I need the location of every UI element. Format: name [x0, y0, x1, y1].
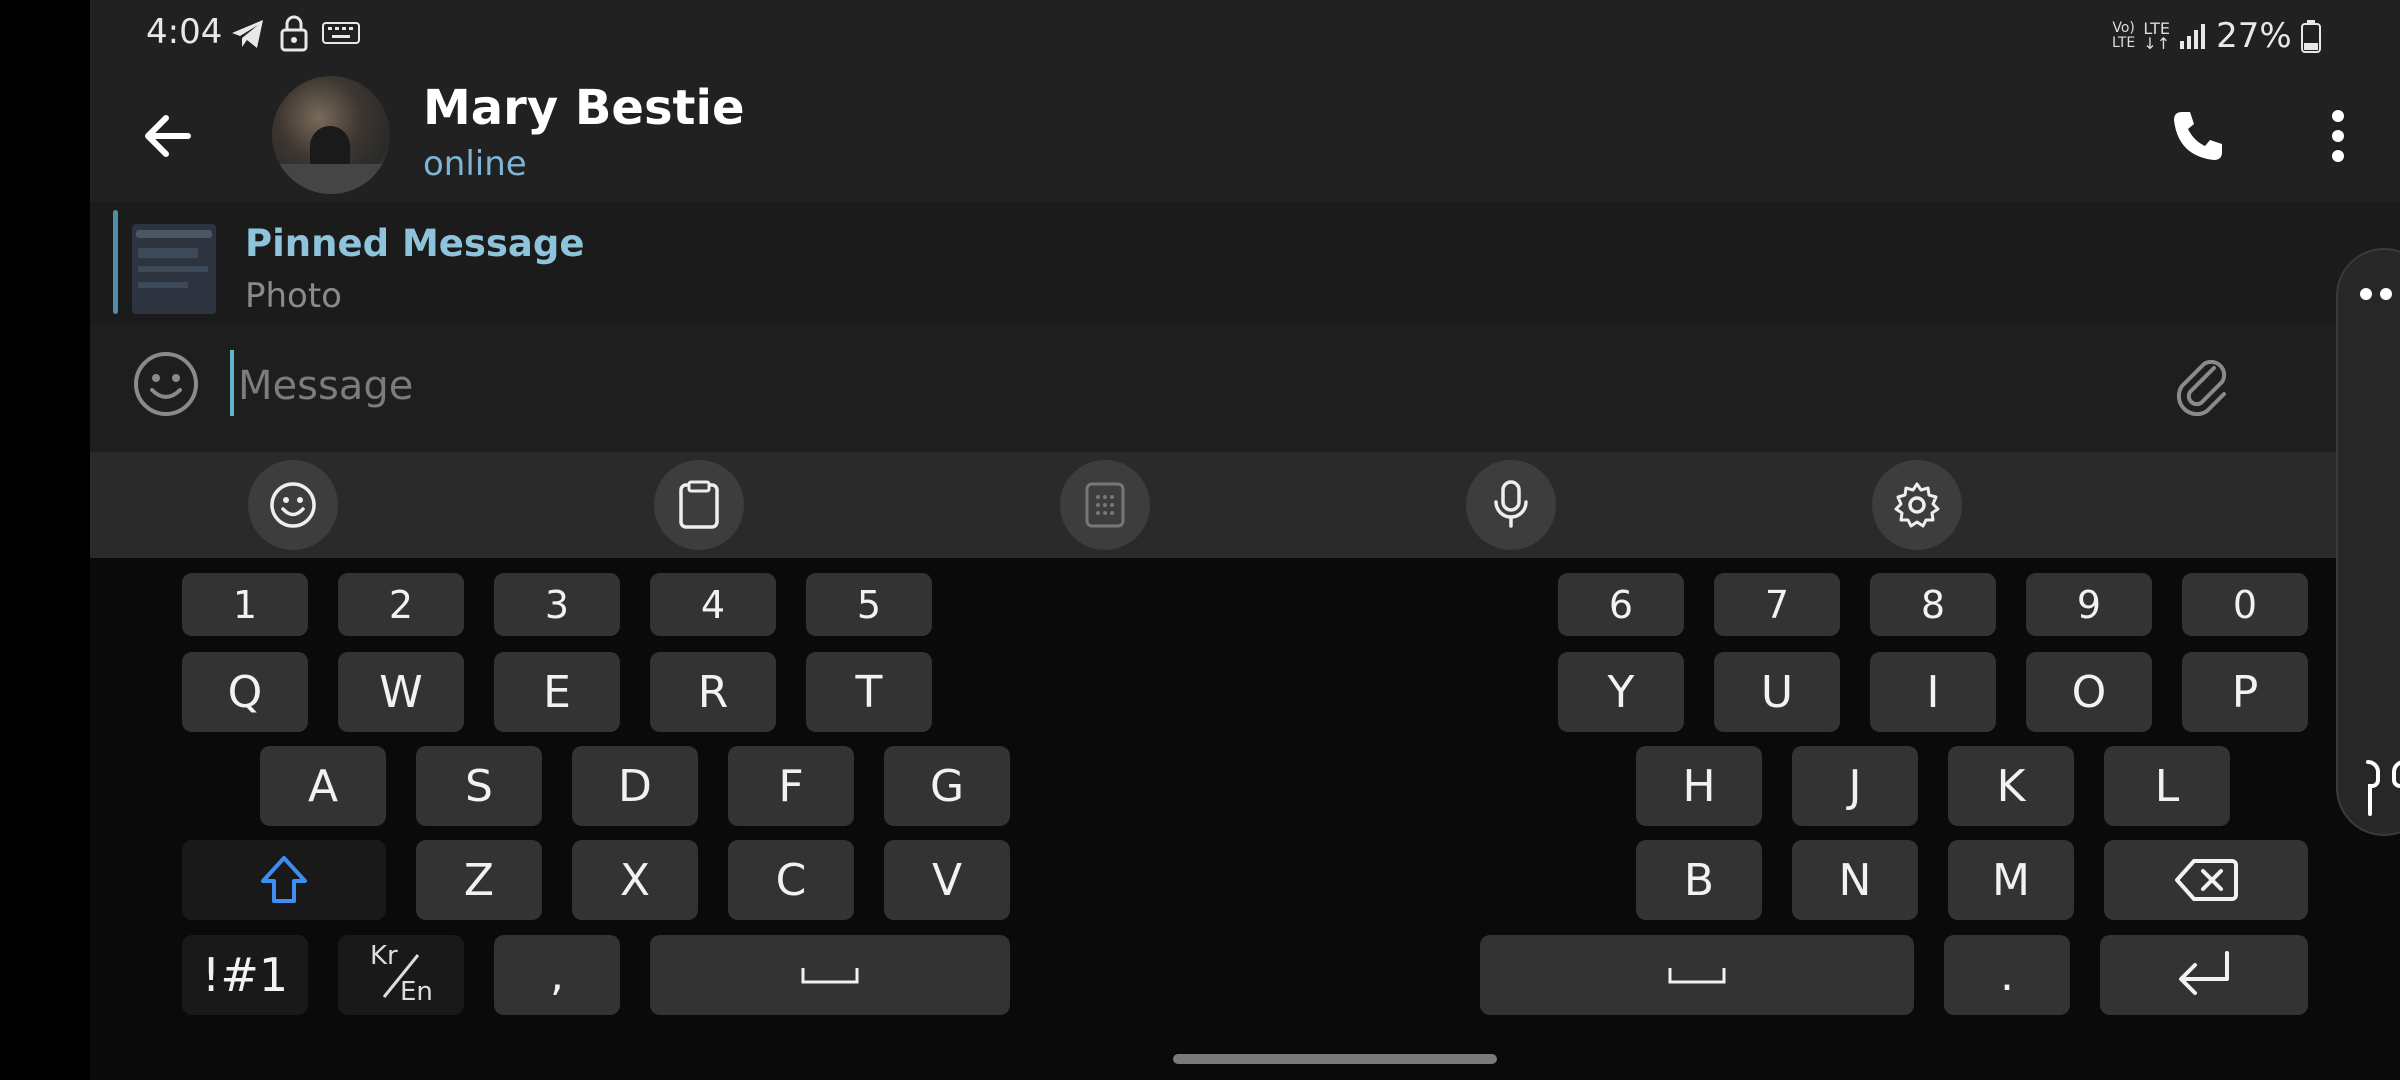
- key-l[interactable]: L: [2104, 746, 2230, 826]
- key-e[interactable]: E: [494, 652, 620, 732]
- key-t[interactable]: T: [806, 652, 932, 732]
- message-input[interactable]: [230, 356, 2130, 416]
- key-9[interactable]: 9: [2026, 573, 2152, 636]
- pinned-title: Pinned Message: [245, 222, 585, 265]
- lte-indicator: LTE ↓↑: [2143, 19, 2171, 53]
- attach-paperclip-icon[interactable]: [2170, 352, 2234, 416]
- key-6[interactable]: 6: [1558, 573, 1684, 636]
- gear-icon: [1894, 482, 1940, 528]
- lang-en-label: En: [400, 977, 433, 1007]
- avatar[interactable]: [272, 76, 390, 194]
- backspace-key[interactable]: [2104, 840, 2308, 920]
- key-2[interactable]: 2: [338, 573, 464, 636]
- telegram-icon: [232, 20, 263, 48]
- key-0[interactable]: 0: [2182, 573, 2308, 636]
- space-icon: [1668, 968, 1726, 984]
- symbols-key[interactable]: !#1: [182, 935, 308, 1015]
- earbuds-icon[interactable]: [2354, 758, 2400, 818]
- keypad-icon: [1085, 482, 1125, 528]
- key-r[interactable]: R: [650, 652, 776, 732]
- key-3[interactable]: 3: [494, 573, 620, 636]
- key-m[interactable]: M: [1948, 840, 2074, 920]
- phone-call-icon[interactable]: [2170, 108, 2226, 164]
- clipboard-icon: [679, 480, 719, 529]
- pinned-photo-thumbnail: [132, 224, 216, 314]
- clipboard-button[interactable]: [654, 460, 744, 550]
- shift-arrow-icon: [261, 856, 307, 903]
- key-n[interactable]: N: [1792, 840, 1918, 920]
- text-cursor: [230, 350, 234, 416]
- key-x[interactable]: X: [572, 840, 698, 920]
- key-h[interactable]: H: [1636, 746, 1762, 826]
- key-g[interactable]: G: [884, 746, 1010, 826]
- more-horizontal-icon[interactable]: [2358, 286, 2400, 302]
- more-vertical-icon[interactable]: [2328, 108, 2348, 164]
- space-icon: [801, 968, 859, 984]
- key-f[interactable]: F: [728, 746, 854, 826]
- key-7[interactable]: 7: [1714, 573, 1840, 636]
- chat-header: 4:04 Vo) LTE LTE ↓↑ 27% Mary Bestie onli…: [90, 0, 2400, 202]
- keyboard-status-icon: [322, 22, 360, 44]
- volte-indicator: Vo) LTE: [2112, 20, 2136, 51]
- battery-icon: [2300, 20, 2321, 53]
- key-d[interactable]: D: [572, 746, 698, 826]
- voice-input-button[interactable]: [1466, 460, 1556, 550]
- key-1[interactable]: 1: [182, 573, 308, 636]
- home-indicator[interactable]: [1173, 1054, 1497, 1064]
- key-y[interactable]: Y: [1558, 652, 1684, 732]
- key-k[interactable]: K: [1948, 746, 2074, 826]
- period-key[interactable]: .: [1944, 935, 2070, 1015]
- key-z[interactable]: Z: [416, 840, 542, 920]
- keyboard-settings-button[interactable]: [1872, 460, 1962, 550]
- status-right: Vo) LTE LTE ↓↑ 27%: [2112, 16, 2322, 56]
- enter-icon: [2179, 951, 2229, 995]
- status-time: 4:04: [146, 12, 223, 52]
- key-a[interactable]: A: [260, 746, 386, 826]
- key-v[interactable]: V: [884, 840, 1010, 920]
- smiley-icon: [270, 482, 316, 528]
- backspace-icon: [2175, 859, 2238, 901]
- pinned-indicator: [113, 210, 118, 314]
- comma-key[interactable]: ,: [494, 935, 620, 1015]
- key-q[interactable]: Q: [182, 652, 308, 732]
- space-key-left[interactable]: [650, 935, 1010, 1015]
- key-w[interactable]: W: [338, 652, 464, 732]
- key-u[interactable]: U: [1714, 652, 1840, 732]
- shift-key[interactable]: [182, 840, 386, 920]
- keyboard-emoji-button[interactable]: [248, 460, 338, 550]
- key-s[interactable]: S: [416, 746, 542, 826]
- back-arrow-icon[interactable]: [140, 108, 196, 164]
- language-switch-key[interactable]: Kr En: [338, 935, 464, 1015]
- key-i[interactable]: I: [1870, 652, 1996, 732]
- key-p[interactable]: P: [2182, 652, 2308, 732]
- pinned-subtitle: Photo: [245, 276, 342, 316]
- contact-status: online: [423, 144, 527, 184]
- key-o[interactable]: O: [2026, 652, 2152, 732]
- floating-edge-panel[interactable]: [2336, 248, 2400, 836]
- key-8[interactable]: 8: [1870, 573, 1996, 636]
- contact-name[interactable]: Mary Bestie: [423, 80, 745, 136]
- telegram-screen: 4:04 Vo) LTE LTE ↓↑ 27% Mary Bestie onli…: [90, 0, 2400, 1080]
- keyboard-toolbar: [90, 452, 2400, 558]
- key-5[interactable]: 5: [806, 573, 932, 636]
- key-c[interactable]: C: [728, 840, 854, 920]
- emoji-icon[interactable]: [132, 350, 200, 418]
- signal-icon: [2180, 24, 2206, 49]
- key-j[interactable]: J: [1792, 746, 1918, 826]
- battery-percent: 27%: [2216, 16, 2292, 56]
- enter-key[interactable]: [2100, 935, 2308, 1015]
- lock-icon: [280, 15, 308, 52]
- microphone-icon: [1494, 480, 1528, 528]
- keypad-mode-button[interactable]: [1060, 460, 1150, 550]
- key-4[interactable]: 4: [650, 573, 776, 636]
- key-b[interactable]: B: [1636, 840, 1762, 920]
- space-key-right[interactable]: [1480, 935, 1914, 1015]
